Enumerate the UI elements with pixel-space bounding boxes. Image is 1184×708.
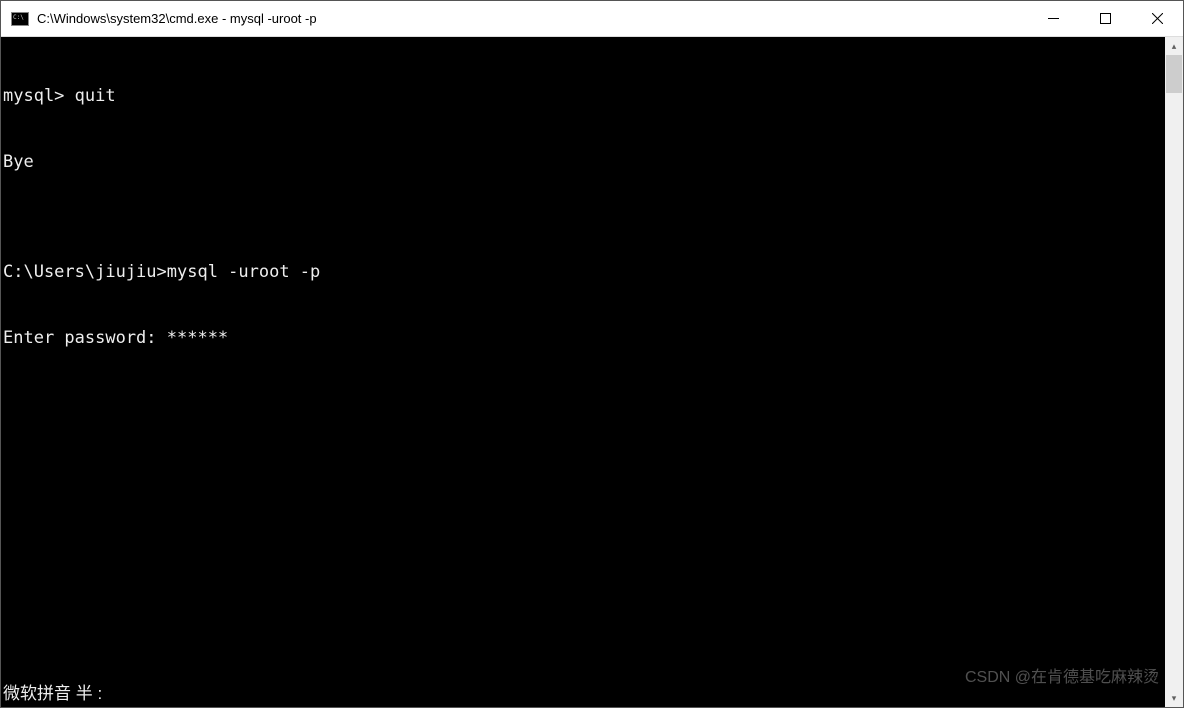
terminal-line: Bye bbox=[3, 151, 1165, 173]
ime-status-bar: 微软拼音 半 : bbox=[3, 683, 102, 705]
minimize-icon bbox=[1048, 13, 1059, 24]
scroll-up-arrow-icon[interactable]: ▴ bbox=[1165, 37, 1183, 55]
terminal-area: mysql> quit Bye C:\Users\jiujiu>mysql -u… bbox=[1, 37, 1183, 707]
maximize-button[interactable] bbox=[1079, 1, 1131, 36]
cmd-icon bbox=[11, 12, 29, 26]
terminal-line: C:\Users\jiujiu>mysql -uroot -p bbox=[3, 261, 1165, 283]
scroll-thumb[interactable] bbox=[1166, 55, 1182, 93]
scroll-down-arrow-icon[interactable]: ▾ bbox=[1165, 689, 1183, 707]
terminal-output[interactable]: mysql> quit Bye C:\Users\jiujiu>mysql -u… bbox=[1, 37, 1165, 707]
maximize-icon bbox=[1100, 13, 1111, 24]
titlebar[interactable]: C:\Windows\system32\cmd.exe - mysql -uro… bbox=[1, 1, 1183, 37]
terminal-line: mysql> quit bbox=[3, 85, 1165, 107]
terminal-line: Enter password: ****** bbox=[3, 327, 1165, 349]
scroll-track[interactable] bbox=[1165, 55, 1183, 689]
vertical-scrollbar[interactable]: ▴ ▾ bbox=[1165, 37, 1183, 707]
window-title: C:\Windows\system32\cmd.exe - mysql -uro… bbox=[37, 11, 1027, 26]
close-icon bbox=[1152, 13, 1163, 24]
window-controls bbox=[1027, 1, 1183, 36]
minimize-button[interactable] bbox=[1027, 1, 1079, 36]
cmd-window: C:\Windows\system32\cmd.exe - mysql -uro… bbox=[0, 0, 1184, 708]
close-button[interactable] bbox=[1131, 1, 1183, 36]
